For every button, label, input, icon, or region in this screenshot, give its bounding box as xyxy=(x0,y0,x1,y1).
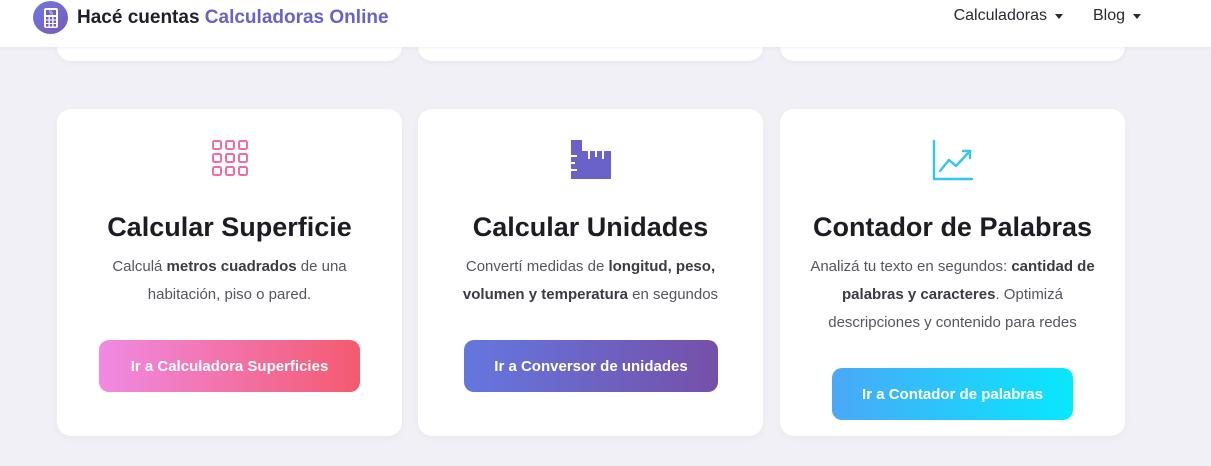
card-unidades: Calcular Unidades Convertí medidas de lo… xyxy=(418,109,763,436)
brand-title: Hacé cuentas Calculadoras Online xyxy=(77,7,389,29)
card-title: Calcular Superficie xyxy=(107,212,352,242)
nav-blog-dropdown[interactable]: Blog xyxy=(1093,7,1141,25)
ir-calculadora-superficies-button[interactable]: Ir a Calculadora Superficies xyxy=(99,340,360,392)
calculator-percent-icon: % xyxy=(33,1,68,34)
nav-blog-label: Blog xyxy=(1092,7,1125,24)
card-description: Analizá tu texto en segundos: cantidad d… xyxy=(810,258,1095,331)
trend-chart-icon xyxy=(932,139,974,186)
card-title: Contador de Palabras xyxy=(812,212,1093,242)
card-description: Calculá metros cuadrados de una habitaci… xyxy=(112,258,347,303)
navbar: % Hacé cuentas Calculadoras Online Calcu… xyxy=(0,0,1211,47)
nav-calculadoras-label: Calculadoras xyxy=(953,7,1047,24)
svg-text:%: % xyxy=(48,10,53,16)
brand-accent: Calculadoras Online xyxy=(204,6,389,28)
ir-contador-palabras-button[interactable]: Ir a Contador de palabras xyxy=(832,368,1073,420)
caret-down-icon xyxy=(1133,13,1141,19)
nav-calculadoras-dropdown[interactable]: Calculadoras xyxy=(954,7,1063,25)
ruler-icon xyxy=(570,139,612,184)
ir-conversor-unidades-button[interactable]: Ir a Conversor de unidades xyxy=(464,340,718,392)
card-palabras: Contador de Palabras Analizá tu texto en… xyxy=(780,109,1125,436)
brand-prefix: Hacé cuentas xyxy=(77,6,200,28)
card-title: Calcular Unidades xyxy=(472,212,709,242)
card-description: Convertí medidas de longitud, peso, volu… xyxy=(462,258,719,303)
brand-link[interactable]: % Hacé cuentas Calculadoras Online xyxy=(33,1,389,34)
card-superficie: Calcular Superficie Calculá metros cuadr… xyxy=(57,109,402,436)
caret-down-icon xyxy=(1054,13,1063,19)
grid-icon xyxy=(211,140,248,181)
nav-menu: Calculadoras Blog xyxy=(924,7,1141,25)
